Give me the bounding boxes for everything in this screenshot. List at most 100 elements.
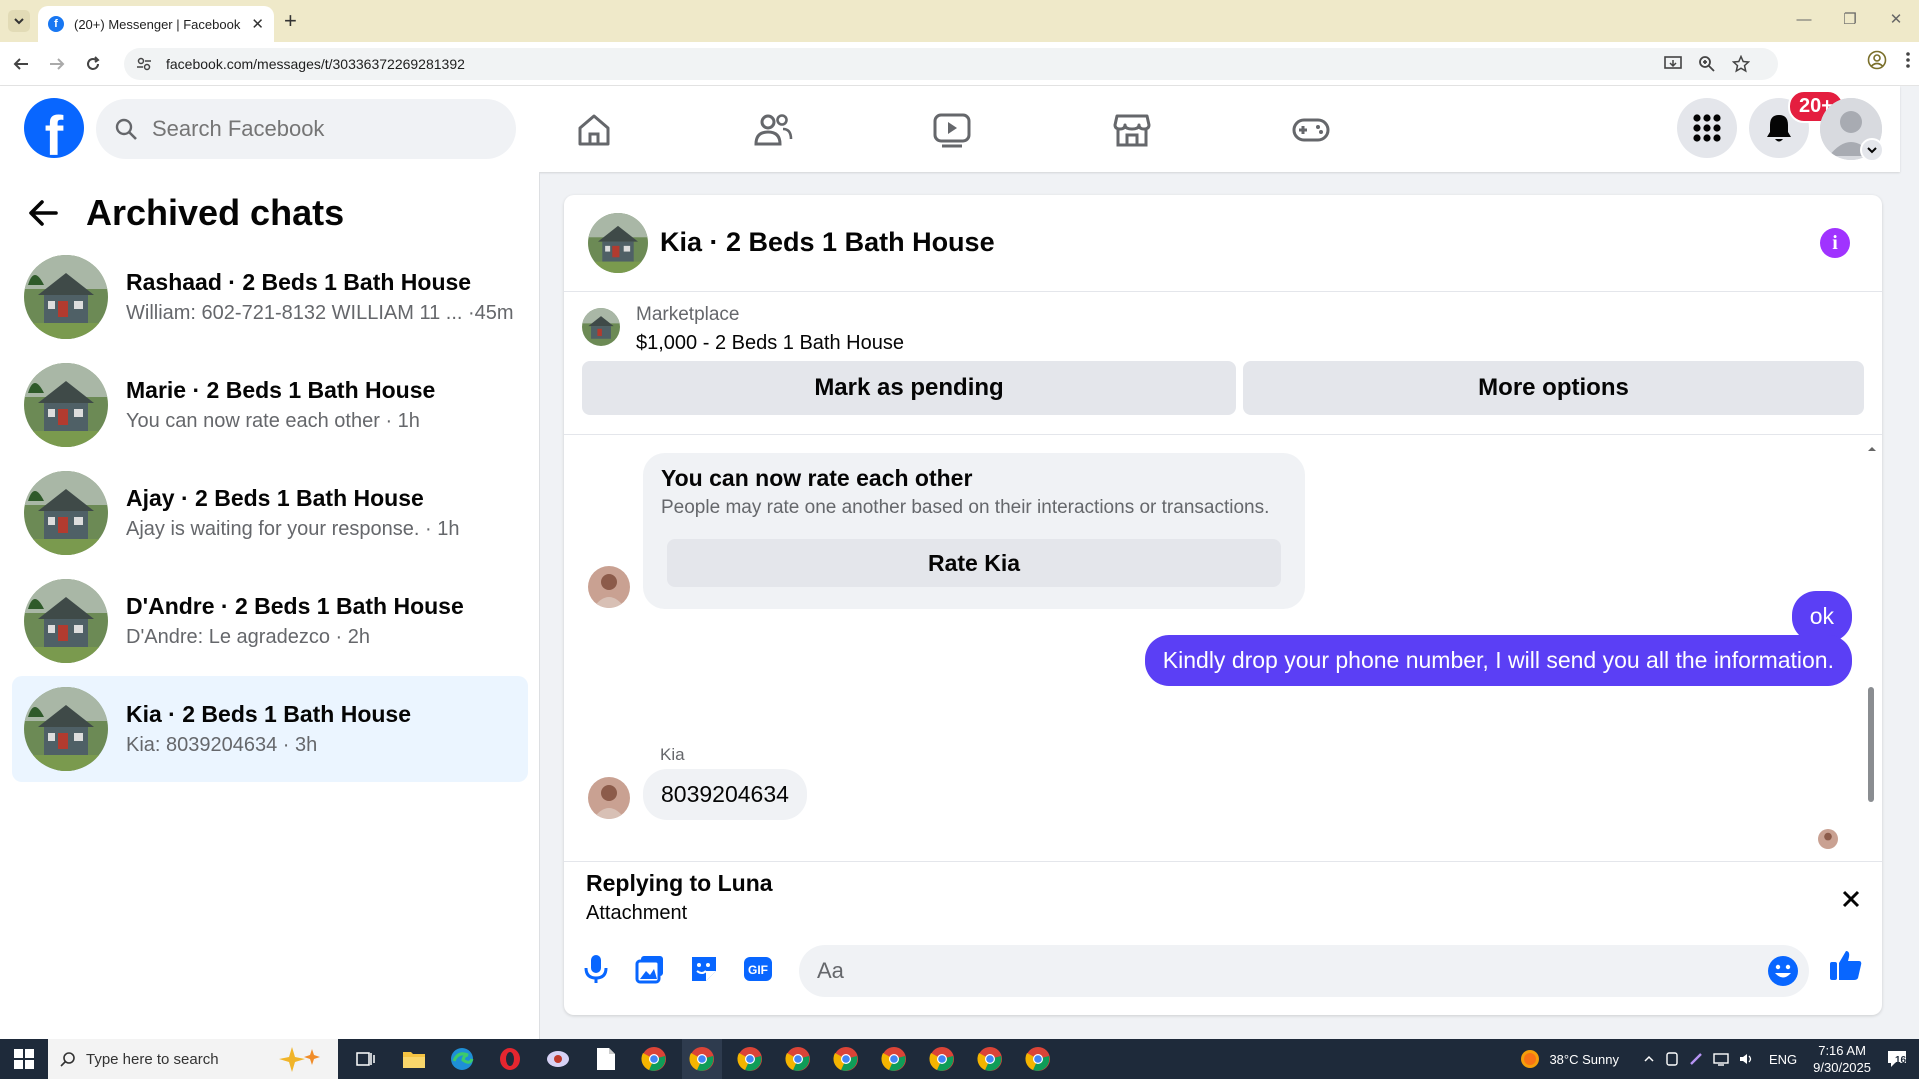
clock-date: 9/30/2025 — [1813, 1060, 1871, 1075]
listing-thumbnail[interactable] — [582, 308, 620, 346]
address-bar: facebook.com/messages/t/3033637226928139… — [0, 42, 1919, 86]
close-reply-icon[interactable] — [1838, 886, 1864, 912]
back-arrow-icon[interactable] — [28, 199, 58, 227]
gif-icon[interactable]: GIF — [740, 951, 776, 987]
weather-icon[interactable] — [1519, 1048, 1541, 1070]
marketplace-nav-icon[interactable] — [1110, 108, 1154, 152]
chat-item-marie[interactable]: Marie · 2 Beds 1 Bath House You can now … — [12, 352, 528, 458]
reload-icon[interactable] — [82, 53, 104, 75]
sticker-icon[interactable] — [686, 951, 722, 987]
facebook-search[interactable] — [96, 99, 516, 159]
chat-preview: Ajay is waiting for your response. · 1h — [126, 518, 460, 540]
mark-pending-button[interactable]: Mark as pending — [582, 361, 1236, 415]
chat-item-rashaad[interactable]: Rashaad · 2 Beds 1 Bath House William: 6… — [12, 244, 528, 350]
chat-name: Kia · 2 Beds 1 Bath House — [126, 701, 412, 727]
taskbar-search[interactable]: Type here to search — [48, 1039, 338, 1079]
grid-icon — [1693, 114, 1721, 142]
scrollbar-thumb[interactable] — [1868, 687, 1874, 802]
restore-icon[interactable]: ❐ — [1827, 0, 1873, 42]
menu-grid-button[interactable] — [1677, 98, 1737, 158]
facebook-logo[interactable]: f — [24, 98, 84, 158]
sender-name: Kia — [660, 745, 685, 764]
tray-app-icon[interactable] — [1665, 1052, 1679, 1066]
chat-item-dandre[interactable]: D'Andre · 2 Beds 1 Bath House D'Andre: L… — [12, 568, 528, 674]
svg-text:GIF: GIF — [748, 963, 768, 977]
url-bar[interactable]: facebook.com/messages/t/3033637226928139… — [124, 48, 1778, 80]
close-window-icon[interactable]: ✕ — [1873, 0, 1919, 42]
more-options-button[interactable]: More options — [1243, 361, 1864, 415]
notification-count: 16 — [1895, 1055, 1907, 1066]
minimize-icon[interactable]: — — [1781, 0, 1827, 42]
thumbs-up-icon[interactable] — [1828, 947, 1864, 983]
reply-title: Replying to Luna — [586, 870, 773, 896]
friends-nav-icon[interactable] — [751, 108, 795, 152]
window-controls: — ❐ ✕ — [1781, 0, 1919, 42]
profile-icon[interactable] — [1867, 50, 1887, 70]
forward-icon[interactable] — [46, 53, 68, 75]
listing-house-avatar[interactable] — [588, 213, 648, 273]
search-input[interactable] — [152, 116, 472, 142]
chevron-up-icon[interactable] — [1643, 1053, 1655, 1065]
tab-search-button[interactable] — [8, 10, 30, 32]
install-app-icon[interactable] — [1664, 56, 1682, 72]
chevron-down-icon — [14, 18, 24, 25]
sender-avatar[interactable] — [588, 777, 630, 819]
chrome-icon[interactable] — [874, 1039, 914, 1079]
pen-icon[interactable] — [1689, 1052, 1703, 1066]
site-info-icon[interactable] — [136, 56, 152, 72]
file-explorer-icon[interactable] — [394, 1039, 434, 1079]
chrome-icon[interactable] — [970, 1039, 1010, 1079]
chrome-icon[interactable] — [826, 1039, 866, 1079]
incoming-message[interactable]: 8039204634 — [643, 769, 807, 820]
close-tab-icon[interactable]: ✕ — [251, 15, 264, 33]
video-nav-icon[interactable] — [930, 108, 974, 152]
conversation-title[interactable]: Kia · 2 Beds 1 Bath House — [660, 227, 995, 258]
notification-center-icon[interactable]: 16 — [1887, 1050, 1907, 1068]
gaming-nav-icon[interactable] — [1289, 108, 1333, 152]
chrome-icon[interactable] — [1018, 1039, 1058, 1079]
marketplace-listing-bar: Marketplace $1,000 - 2 Beds 1 Bath House… — [564, 292, 1882, 435]
scroll-up-icon[interactable] — [1868, 445, 1876, 453]
listing-title[interactable]: $1,000 - 2 Beds 1 Bath House — [636, 332, 904, 355]
sidebar-title: Archived chats — [86, 192, 345, 233]
chrome-icon[interactable] — [682, 1039, 722, 1079]
language-indicator[interactable]: ENG — [1769, 1052, 1797, 1067]
conversation-header: Kia · 2 Beds 1 Bath House i — [564, 195, 1882, 292]
chat-item-ajay[interactable]: Ajay · 2 Beds 1 Bath House Ajay is waiti… — [12, 460, 528, 566]
sender-avatar[interactable] — [588, 566, 630, 608]
back-icon[interactable] — [10, 53, 32, 75]
task-view-icon[interactable] — [346, 1039, 386, 1079]
windows-start-icon[interactable] — [0, 1039, 48, 1079]
chrome-icon[interactable] — [634, 1039, 674, 1079]
reply-preview-bar: Replying to Luna Attachment — [564, 861, 1882, 931]
chrome-icon[interactable] — [922, 1039, 962, 1079]
app-icon[interactable] — [538, 1039, 578, 1079]
rate-kia-button[interactable]: Rate Kia — [667, 539, 1281, 587]
new-tab-button[interactable]: + — [284, 8, 297, 34]
browser-tab[interactable]: f (20+) Messenger | Facebook ✕ — [38, 6, 274, 42]
outgoing-message[interactable]: Kindly drop your phone number, I will se… — [1144, 635, 1852, 686]
listing-house-avatar — [24, 579, 108, 663]
message-input[interactable] — [817, 945, 1717, 997]
info-icon[interactable]: i — [1820, 228, 1850, 258]
message-thread[interactable]: You can now rate each other People may r… — [564, 435, 1882, 857]
opera-browser-icon[interactable] — [490, 1039, 530, 1079]
microphone-icon[interactable] — [578, 951, 614, 987]
chat-item-kia[interactable]: Kia · 2 Beds 1 Bath House Kia: 803920463… — [12, 676, 528, 782]
clock[interactable]: 7:16 AM 9/30/2025 — [1813, 1042, 1871, 1076]
edge-browser-icon[interactable] — [442, 1039, 482, 1079]
account-chevron-icon[interactable] — [1860, 138, 1884, 162]
bookmark-star-icon[interactable] — [1732, 55, 1750, 73]
emoji-icon[interactable] — [1767, 955, 1799, 987]
marketplace-label: Marketplace — [636, 304, 740, 325]
chrome-icon[interactable] — [778, 1039, 818, 1079]
zoom-icon[interactable] — [1698, 55, 1716, 73]
browser-menu-icon[interactable] — [1905, 51, 1911, 69]
photo-icon[interactable] — [632, 951, 668, 987]
home-nav-icon[interactable] — [572, 108, 616, 152]
network-icon[interactable] — [1713, 1052, 1729, 1066]
notepad-icon[interactable] — [586, 1039, 626, 1079]
weather-text[interactable]: 38°C Sunny — [1549, 1052, 1619, 1067]
volume-icon[interactable] — [1739, 1052, 1755, 1066]
chrome-icon[interactable] — [730, 1039, 770, 1079]
